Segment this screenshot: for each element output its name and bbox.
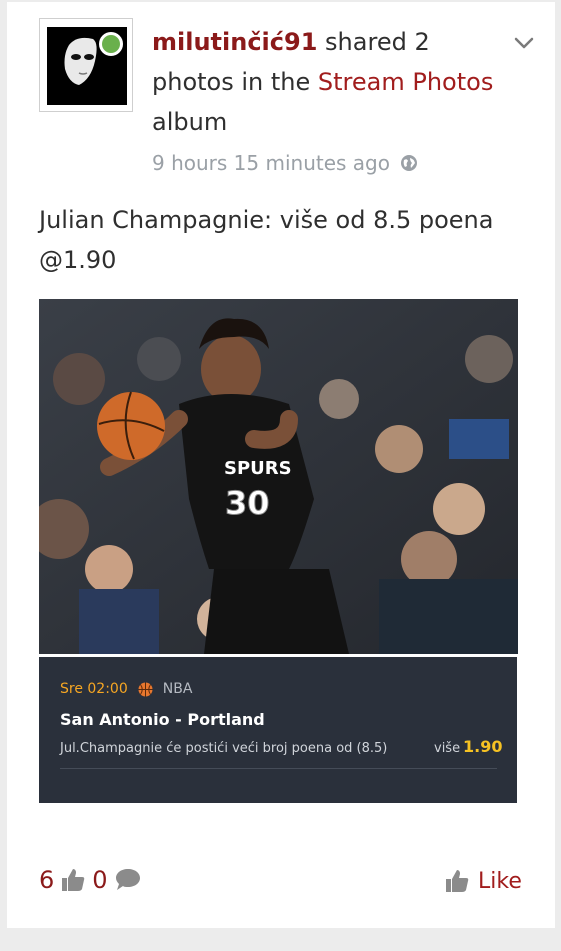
comment-icon bbox=[115, 869, 140, 890]
comments-count[interactable]: 0 bbox=[92, 866, 107, 894]
like-button[interactable]: Like bbox=[444, 868, 522, 894]
promo-meta: Sre 02:00 NBA bbox=[60, 681, 192, 697]
status-text: Julian Champagnie: više od 8.5 poena @1.… bbox=[39, 206, 494, 274]
promo-description: Jul.Champagnie će postići veći broj poen… bbox=[60, 741, 388, 756]
thumbs-up-icon bbox=[62, 869, 85, 891]
header-end-text: album bbox=[152, 108, 228, 136]
timestamp[interactable]: 9 hours 15 minutes ago bbox=[152, 148, 390, 178]
promo-match: San Antonio - Portland bbox=[60, 710, 265, 729]
promo-league: NBA bbox=[162, 681, 193, 697]
promo-time: Sre 02:00 bbox=[60, 681, 128, 697]
promo-odd-value[interactable]: 1.90 bbox=[463, 737, 502, 756]
globe-icon bbox=[400, 155, 417, 171]
online-status-icon bbox=[99, 32, 123, 56]
promo-odd-label: više bbox=[434, 741, 461, 756]
likes-count[interactable]: 6 bbox=[39, 866, 54, 894]
jersey-number: 30 bbox=[225, 484, 270, 522]
author-link[interactable]: milutinčić91 bbox=[152, 28, 317, 56]
basketball-icon bbox=[138, 682, 153, 696]
feed-card: milutinčić91 shared 2 photos in the Stre… bbox=[7, 2, 555, 928]
bet-promo-card[interactable]: Sre 02:00 NBA San Antonio - Portland Jul… bbox=[39, 657, 517, 803]
post-photo[interactable]: SPURS 30 bbox=[39, 299, 518, 654]
reactions-summary: 6 0 bbox=[39, 866, 148, 894]
album-link[interactable]: Stream Photos bbox=[318, 68, 493, 96]
like-label: Like bbox=[478, 868, 522, 894]
thumbs-up-icon bbox=[446, 870, 469, 892]
chevron-down-icon[interactable] bbox=[513, 32, 535, 54]
avatar[interactable] bbox=[39, 18, 133, 112]
jersey-text: SPURS bbox=[224, 458, 292, 479]
post-header: milutinčić91 shared 2 photos in the Stre… bbox=[152, 22, 507, 142]
timestamp-row: 9 hours 15 minutes ago bbox=[152, 148, 418, 178]
promo-divider bbox=[60, 768, 497, 769]
